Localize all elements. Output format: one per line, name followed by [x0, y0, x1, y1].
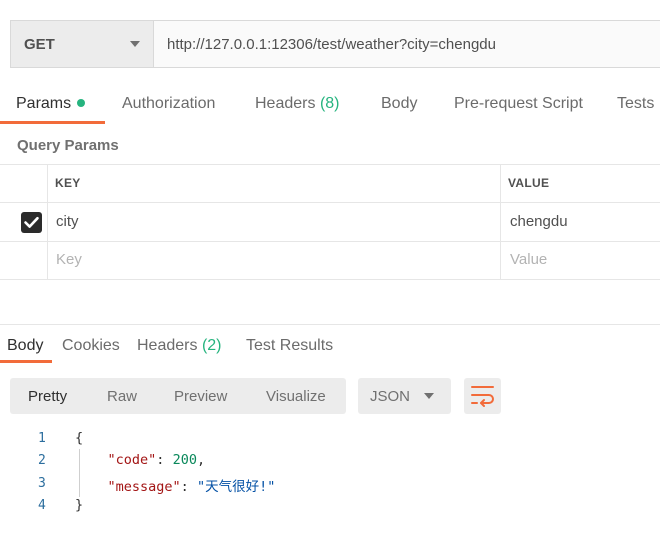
table-divider	[0, 164, 660, 165]
tab-tests[interactable]: Tests	[617, 95, 654, 113]
response-divider	[0, 324, 660, 325]
wrap-lines-icon	[471, 386, 494, 407]
code-line-1: {	[75, 430, 83, 446]
response-tab-cookies-label: Cookies	[62, 337, 120, 354]
active-tab-indicator	[0, 121, 105, 124]
column-divider	[500, 164, 501, 279]
param-key-cell[interactable]: city	[56, 213, 79, 230]
check-icon	[24, 216, 39, 228]
view-mode-pretty[interactable]: Pretty	[28, 388, 67, 405]
view-mode-visualize[interactable]: Visualize	[266, 388, 326, 405]
active-dot-icon	[77, 98, 86, 107]
table-divider	[0, 279, 660, 280]
tab-authorization-label: Authorization	[122, 95, 216, 112]
json-key-message: "message"	[107, 479, 181, 495]
new-value-input[interactable]: Value	[510, 251, 547, 268]
chevron-down-icon	[130, 41, 140, 47]
response-tab-headers[interactable]: Headers (2)	[137, 337, 222, 355]
code-line-2: "code": 200,	[107, 452, 206, 468]
tab-pre-request-label: Pre-request Script	[454, 95, 583, 112]
tab-headers-count: (8)	[319, 95, 340, 112]
tab-params[interactable]: Params	[16, 95, 86, 113]
line-number: 2	[38, 453, 46, 468]
line-number: 1	[38, 431, 46, 446]
tab-pre-request-script[interactable]: Pre-request Script	[454, 95, 583, 113]
tab-body-label: Body	[381, 95, 418, 112]
column-divider	[47, 164, 48, 279]
tab-params-label: Params	[16, 95, 72, 112]
response-tab-headers-count: (2)	[201, 337, 222, 354]
response-tab-body[interactable]: Body	[7, 337, 43, 355]
tab-authorization[interactable]: Authorization	[122, 95, 215, 113]
open-brace: {	[75, 430, 84, 446]
response-tab-test-results-label: Test Results	[246, 337, 334, 354]
view-mode-raw[interactable]: Raw	[107, 388, 137, 405]
chevron-down-icon	[424, 393, 434, 399]
view-mode-preview[interactable]: Preview	[174, 388, 227, 405]
code-line-4: }	[75, 497, 83, 513]
wrap-lines-button[interactable]	[464, 378, 501, 414]
tab-tests-label: Tests	[617, 95, 655, 112]
close-brace: }	[75, 497, 84, 513]
response-tab-test-results[interactable]: Test Results	[246, 337, 333, 355]
method-select[interactable]: GET	[11, 21, 154, 67]
line-number: 4	[38, 498, 46, 513]
value-column-header: VALUE	[508, 176, 550, 190]
tab-headers[interactable]: Headers (8)	[255, 95, 340, 113]
json-value-code: 200	[172, 452, 197, 468]
code-line-3: "message": "天气很好!"	[107, 479, 276, 495]
format-select[interactable]: JSON	[358, 378, 451, 414]
param-enabled-checkbox[interactable]	[21, 212, 42, 233]
table-divider	[0, 202, 660, 203]
table-divider	[0, 241, 660, 242]
query-params-title: Query Params	[17, 137, 119, 154]
method-label: GET	[24, 36, 55, 53]
param-value-cell[interactable]: chengdu	[510, 213, 568, 230]
line-number: 3	[38, 476, 46, 491]
response-tab-body-label: Body	[7, 337, 44, 354]
new-key-input[interactable]: Key	[56, 251, 82, 268]
tab-body[interactable]: Body	[381, 95, 417, 113]
response-tab-cookies[interactable]: Cookies	[62, 337, 120, 355]
url-input[interactable]: http://127.0.0.1:12306/test/weather?city…	[167, 36, 496, 53]
format-label: JSON	[370, 388, 411, 405]
response-tab-headers-label: Headers	[137, 337, 198, 354]
tab-headers-label: Headers	[255, 95, 316, 112]
active-response-tab-indicator	[0, 360, 52, 363]
json-key-code: "code"	[107, 452, 157, 468]
view-mode-segmented-control: Pretty Raw Preview Visualize	[10, 378, 346, 414]
key-column-header: KEY	[55, 176, 81, 190]
json-value-message: "天气很好!"	[196, 479, 276, 495]
